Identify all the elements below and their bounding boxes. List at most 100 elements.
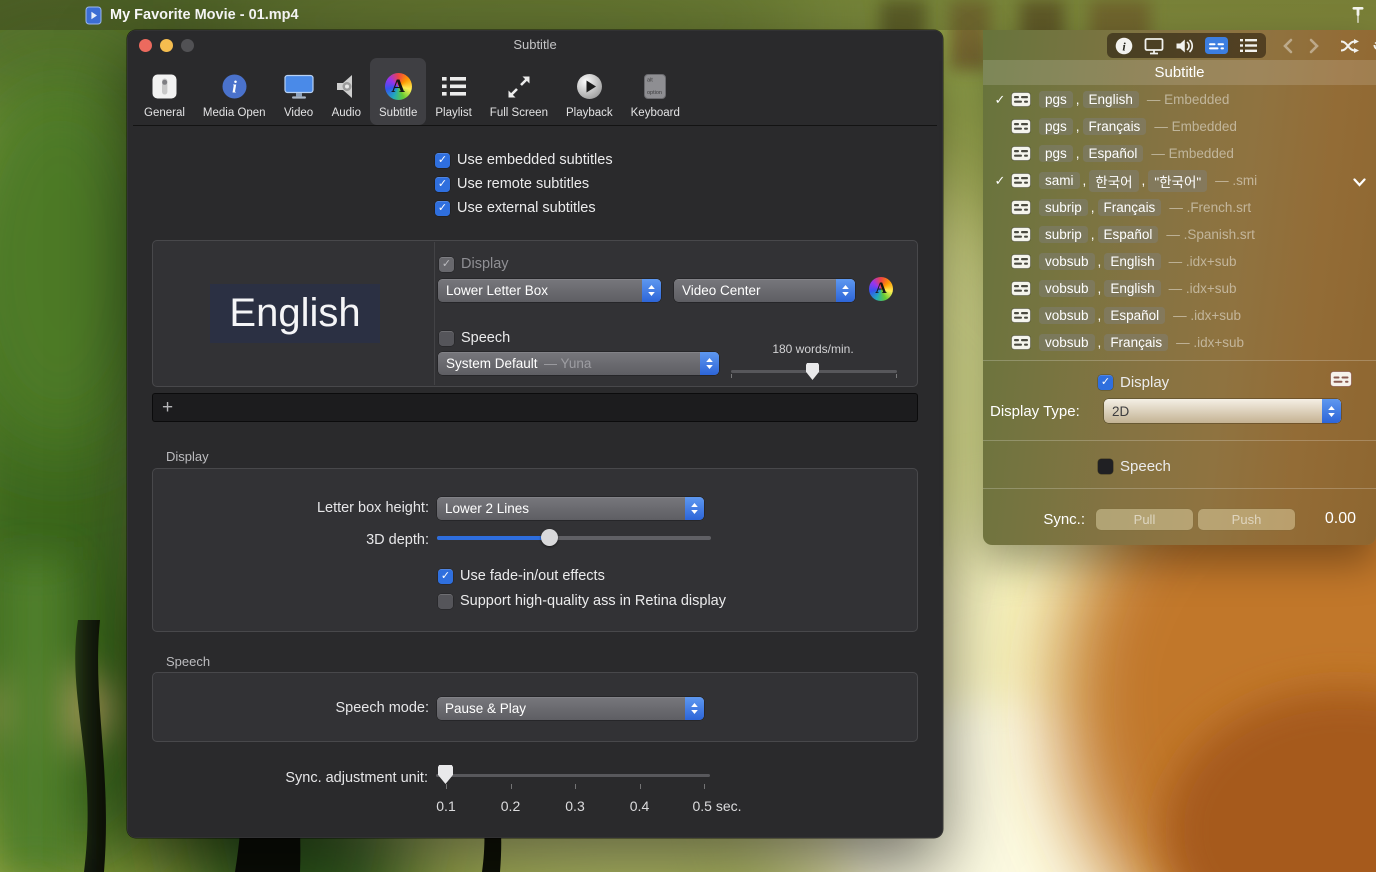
sidebar-display-row: Display [983,370,1376,394]
video-settings-icon[interactable] [1144,37,1164,55]
use-external-subtitles-checkbox[interactable]: Use external subtitles [435,198,596,218]
checkbox-label: Use remote subtitles [457,176,590,192]
subtitle-track-icon [1011,200,1031,215]
info-icon[interactable]: i [1115,37,1133,55]
subtitle-track-row[interactable]: subrip , Français — .French.srt [983,194,1376,221]
track-codec: sami [1039,172,1080,189]
tab-label: Full Screen [489,107,548,119]
sync-unit-label: Sync. adjustment unit: [285,770,428,786]
tab-playlist[interactable]: Playlist [426,58,480,125]
preview-display-checkbox[interactable]: Display [439,254,509,274]
tab-general[interactable]: General [135,58,194,125]
track-codec: vobsub [1039,334,1095,351]
use-remote-subtitles-checkbox[interactable]: Use remote subtitles [435,174,589,194]
tab-subtitle[interactable]: A Subtitle [370,58,427,125]
track-note: — .French.srt [1169,200,1252,215]
pin-sidebar-icon[interactable] [1350,4,1366,26]
chevron-right-icon[interactable] [1308,38,1320,54]
speech-rate-slider[interactable] [731,361,897,383]
add-style-row[interactable]: + [152,393,918,422]
display-section-title: Display [166,449,209,464]
sample-subtitle-text[interactable]: English [210,284,380,343]
preview-divider [434,242,435,385]
subtitle-position-popup[interactable]: Lower Letter Box [438,279,661,302]
checkbox-checked [435,200,450,216]
sidebar-display-checkbox[interactable]: Display [1098,372,1169,392]
display-type-label: Display Type: [990,402,1080,420]
window-title: Subtitle [513,37,557,52]
subtitle-track-row[interactable]: pgs , Español — Embedded [983,140,1376,167]
scale-tick [446,784,447,789]
checkbox-label: Display [1120,373,1170,391]
subtitle-track-icon [1011,119,1031,134]
track-separator: , [1097,335,1102,350]
subtitle-track-icon [1011,173,1031,188]
repeat-icon[interactable] [1372,38,1376,54]
sync-pull-button[interactable]: Pull [1096,508,1193,530]
subtitle-track-row[interactable]: vobsub , Español — .idx+sub [983,302,1376,329]
popup-value-detail: — Yuna [543,356,592,371]
sidebar-header: Subtitle [983,60,1376,85]
tab-label: Playback [565,107,613,119]
tab-keyboard[interactable]: alt option Keyboard [622,58,689,125]
slider-thumb[interactable] [806,363,819,380]
scale-tick [510,784,512,789]
speech-mode-popup[interactable]: Pause & Play [437,697,704,720]
chevron-left-icon[interactable] [1282,38,1294,54]
preview-speech-checkbox[interactable]: Speech [439,328,510,348]
popup-value: Lower Letter Box [446,283,549,298]
tab-label: Video [283,107,314,119]
font-picker-icon[interactable]: A [869,277,893,301]
letterbox-height-label: Letter box height: [316,500,429,516]
audio-settings-icon[interactable] [1175,37,1194,55]
svg-text:alt: alt [647,78,653,84]
subtitle-track-row[interactable]: vobsub , English — .idx+sub [983,248,1376,275]
letterbox-height-popup[interactable]: Lower 2 Lines [437,497,704,520]
fade-effects-checkbox[interactable]: Use fade-in/out effects [438,566,605,586]
keyboard-icon: alt option [643,70,667,103]
subtitle-settings-icon-selected[interactable] [1205,37,1228,54]
chevron-down-icon[interactable] [1353,175,1366,190]
separator [983,360,1376,361]
slider-thumb[interactable] [541,529,558,546]
checkbox-label: Speech [1120,457,1171,475]
checkbox-label: Use fade-in/out effects [460,568,605,584]
subtitle-track-row[interactable]: subrip , Español — .Spanish.srt [983,221,1376,248]
subtitle-align-popup[interactable]: Video Center [674,279,855,302]
tab-label: Keyboard [630,107,680,119]
shuffle-icon[interactable] [1340,38,1360,54]
subtitle-track-row[interactable]: ✓ sami , 한국어 , "한국어" — .smi [983,167,1376,194]
slider-thumb[interactable] [438,765,453,784]
subtitle-track-icon [1011,308,1031,323]
retina-ass-checkbox[interactable]: Support high-quality ass in Retina displ… [438,591,726,611]
track-note: — Embedded [1154,119,1237,134]
track-codec: vobsub [1039,307,1095,324]
popup-stepper-icon [836,279,855,302]
track-separator: , [1097,281,1102,296]
sync-push-button[interactable]: Push [1198,508,1295,530]
subtitle-track-row[interactable]: pgs , Français — Embedded [983,113,1376,140]
scale-tick-label: 0.5 sec. [692,798,742,814]
use-embedded-subtitles-checkbox[interactable]: Use embedded subtitles [435,150,613,170]
sidebar-speech-checkbox[interactable]: Speech [1098,456,1171,476]
checkbox-checked [435,176,450,192]
tab-playback[interactable]: Playback [557,58,622,125]
track-separator: , [1075,92,1080,107]
subtitle-track-row[interactable]: vobsub , English — .idx+sub [983,275,1376,302]
checkbox-label: Support high-quality ass in Retina displ… [460,593,726,609]
media-open-icon: i [221,70,248,103]
tab-video[interactable]: Video [275,58,323,125]
tab-audio[interactable]: Audio [323,58,370,125]
display-type-popup[interactable]: 2D [1104,399,1341,423]
subtitle-track-row[interactable]: ✓ pgs , English — Embedded [983,86,1376,113]
track-language: English [1104,253,1161,270]
playlist-panel-icon[interactable] [1239,37,1258,54]
tab-full-screen[interactable]: Full Screen [481,58,557,125]
checkbox-label: Use embedded subtitles [457,152,613,168]
tab-media-open[interactable]: i Media Open [194,58,275,125]
depth-slider[interactable] [437,527,711,549]
subtitle-track-row[interactable]: vobsub , Français — .idx+sub [983,329,1376,356]
subtitle-track-icon [1011,146,1031,161]
voice-popup[interactable]: System Default — Yuna [438,352,719,375]
track-language: Español [1097,226,1159,243]
